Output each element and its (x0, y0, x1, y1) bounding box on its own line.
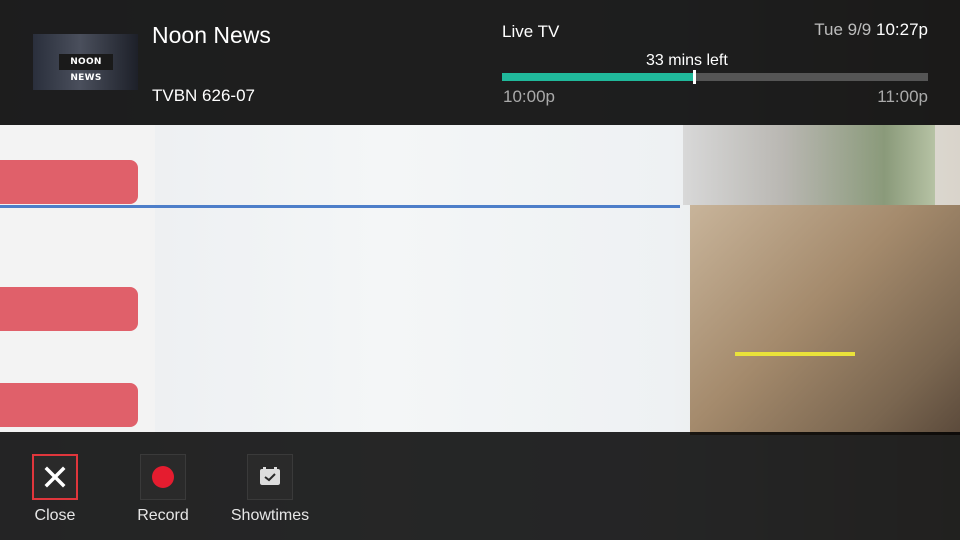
program-start-time: 10:00p (503, 87, 555, 106)
calendar-icon (260, 467, 280, 485)
current-time: 10:27p (876, 20, 928, 39)
program-title: Noon News (152, 22, 271, 48)
showtimes-button[interactable]: Showtimes (230, 454, 310, 525)
video-slide-frame (0, 205, 680, 438)
showtimes-button-label: Showtimes (230, 507, 310, 524)
progress-marker (692, 70, 696, 84)
record-button-box[interactable] (140, 454, 186, 500)
record-button[interactable]: Record (123, 454, 203, 525)
program-logo: NOON NEWS (59, 54, 113, 83)
record-icon (152, 466, 174, 488)
program-thumbnail: NOON NEWS (33, 34, 138, 90)
close-button[interactable]: Close (15, 454, 95, 525)
program-end-time: 11:00p (877, 87, 928, 106)
showtimes-button-box[interactable] (247, 454, 293, 500)
video-red-tag (0, 160, 138, 204)
time-remaining: 33 mins left (646, 52, 728, 69)
channel-number: TVBN 626-07 (152, 86, 255, 105)
record-button-label: Record (137, 507, 189, 524)
current-date: Tue 9/9 (814, 20, 872, 39)
current-datetime: Tue 9/9 10:27p (814, 20, 928, 40)
video-marker (735, 352, 855, 356)
program-progress-bar (502, 70, 928, 84)
close-button-box[interactable] (32, 454, 78, 500)
video-photo (683, 125, 935, 205)
close-icon (34, 456, 76, 498)
close-button-label: Close (34, 507, 76, 524)
video-photo (690, 205, 960, 435)
info-bar: NOON NEWS Noon News TVBN 626-07 Live TV … (0, 0, 960, 125)
live-tv-label: Live TV (502, 22, 560, 41)
action-bar: Close Record Showtimes (0, 432, 960, 540)
program-progress-fill (502, 73, 694, 81)
